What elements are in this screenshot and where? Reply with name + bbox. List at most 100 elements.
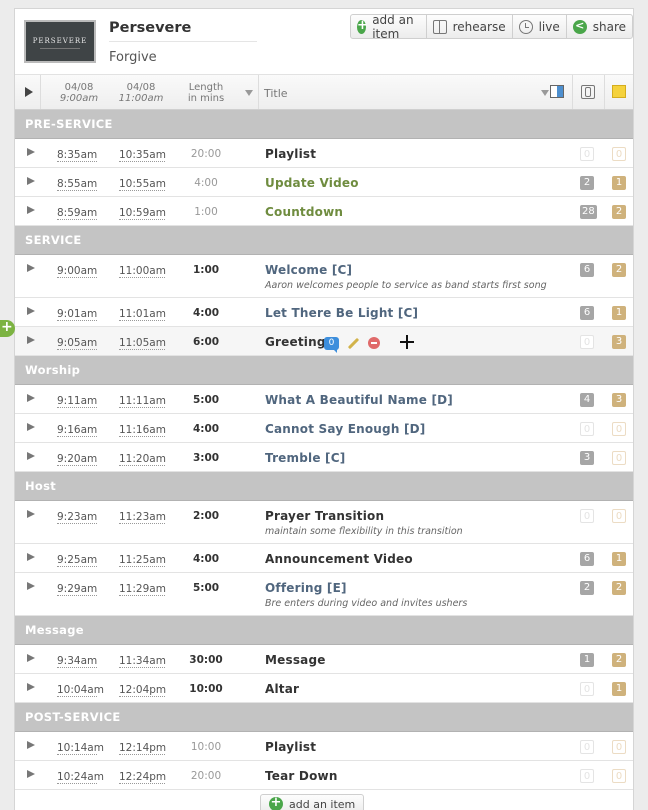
notes-count-badge[interactable]: 0	[612, 509, 626, 523]
play-icon[interactable]	[27, 553, 35, 561]
item-start-time-2[interactable]: 12:14pm	[119, 742, 166, 755]
item-title[interactable]: Tear Down	[265, 769, 338, 783]
notes-count-badge[interactable]: 1	[612, 306, 626, 320]
item-start-time-2[interactable]: 11:11am	[119, 395, 166, 408]
item-start-time-2[interactable]: 10:55am	[119, 178, 166, 191]
item-start-time-2[interactable]: 10:59am	[119, 207, 166, 220]
item-length[interactable]: 1:00	[181, 264, 231, 276]
item-start-time-2[interactable]: 12:24pm	[119, 771, 166, 784]
item-length[interactable]: 4:00	[181, 177, 231, 189]
live-button[interactable]: live	[513, 15, 567, 38]
attachments-count-badge[interactable]: 2	[580, 581, 594, 595]
play-icon[interactable]	[27, 264, 35, 272]
item-title[interactable]: What A Beautiful Name [D]	[265, 393, 453, 407]
attachments-count-badge[interactable]: 28	[580, 205, 597, 219]
time-column-2[interactable]: 04/08 11:00am	[115, 75, 167, 109]
item-title[interactable]: Tremble [C]	[265, 451, 345, 465]
paperclip-icon[interactable]	[581, 85, 595, 99]
play-icon[interactable]	[27, 683, 35, 691]
plan-item-row[interactable]: 10:24am 12:24pm 20:00 Tear Down 0 0	[15, 761, 633, 790]
item-start-time-1[interactable]: 9:25am	[57, 554, 97, 567]
attachments-count-badge[interactable]: 0	[580, 682, 594, 696]
add-item-bottom-button[interactable]: add an item	[260, 794, 365, 810]
notes-count-badge[interactable]: 0	[612, 422, 626, 436]
attachments-count-badge[interactable]: 6	[580, 552, 594, 566]
item-start-time-2[interactable]: 12:04pm	[119, 684, 166, 697]
item-length[interactable]: 10:00	[181, 683, 231, 695]
item-start-time-1[interactable]: 8:55am	[57, 178, 97, 191]
item-length[interactable]: 20:00	[181, 770, 231, 782]
item-length[interactable]: 5:00	[181, 582, 231, 594]
attachments-count-badge[interactable]: 0	[580, 335, 594, 349]
item-start-time-2[interactable]: 11:16am	[119, 424, 166, 437]
notes-count-badge[interactable]: 2	[612, 205, 626, 219]
play-icon[interactable]	[27, 206, 35, 214]
attachments-count-badge[interactable]: 6	[580, 263, 594, 277]
item-title[interactable]: Let There Be Light [C]	[265, 306, 418, 320]
item-length[interactable]: 4:00	[181, 423, 231, 435]
item-start-time-1[interactable]: 10:14am	[57, 742, 104, 755]
item-start-time-1[interactable]: 9:01am	[57, 308, 97, 321]
item-start-time-2[interactable]: 11:20am	[119, 453, 166, 466]
play-icon[interactable]	[27, 336, 35, 344]
item-title[interactable]: Greeting	[265, 335, 326, 349]
columns-icon[interactable]	[550, 85, 564, 98]
notes-count-badge[interactable]: 0	[612, 451, 626, 465]
pencil-icon[interactable]	[347, 337, 360, 349]
item-start-time-2[interactable]: 11:23am	[119, 511, 166, 524]
item-start-time-2[interactable]: 11:00am	[119, 265, 166, 278]
notes-count-badge[interactable]: 3	[612, 393, 626, 407]
item-title[interactable]: Update Video	[265, 176, 359, 190]
item-length[interactable]: 4:00	[181, 553, 231, 565]
play-icon[interactable]	[27, 177, 35, 185]
play-icon[interactable]	[27, 582, 35, 590]
notes-count-badge[interactable]: 0	[612, 740, 626, 754]
item-length[interactable]: 20:00	[181, 148, 231, 160]
item-title[interactable]: Welcome [C]	[265, 263, 352, 277]
notes-count-badge[interactable]: 1	[612, 552, 626, 566]
plan-item-row[interactable]: 9:00am 11:00am 1:00 Welcome [C] Aaron welcom…	[15, 255, 633, 298]
item-start-time-2[interactable]: 11:25am	[119, 554, 166, 567]
add-item-button[interactable]: add an item	[351, 13, 427, 41]
item-start-time-2[interactable]: 11:01am	[119, 308, 166, 321]
attachments-count-badge[interactable]: 3	[580, 451, 594, 465]
item-start-time-1[interactable]: 8:59am	[57, 207, 97, 220]
attachments-count-badge[interactable]: 0	[580, 422, 594, 436]
item-start-time-1[interactable]: 8:35am	[57, 149, 97, 162]
item-start-time-2[interactable]: 10:35am	[119, 149, 166, 162]
item-start-time-1[interactable]: 9:20am	[57, 453, 97, 466]
notes-count-badge[interactable]: 2	[612, 581, 626, 595]
item-start-time-1[interactable]: 9:23am	[57, 511, 97, 524]
remove-icon[interactable]	[368, 337, 380, 349]
attachments-count-badge[interactable]: 2	[580, 176, 594, 190]
insert-item-icon[interactable]	[0, 319, 15, 337]
play-icon[interactable]	[27, 452, 35, 460]
attachments-count-badge[interactable]: 4	[580, 393, 594, 407]
item-title[interactable]: Playlist	[265, 740, 316, 754]
plan-item-row[interactable]: 9:01am 11:01am 4:00 Let There Be Light [C] 6…	[15, 298, 633, 327]
item-start-time-1[interactable]: 10:24am	[57, 771, 104, 784]
attachments-count-badge[interactable]: 0	[580, 740, 594, 754]
notes-count-badge[interactable]: 1	[612, 176, 626, 190]
plan-item-row[interactable]: 10:04am 12:04pm 10:00 Altar 0 1	[15, 674, 633, 703]
play-icon[interactable]	[27, 423, 35, 431]
item-title[interactable]: Altar	[265, 682, 299, 696]
item-title[interactable]: Countdown	[265, 205, 343, 219]
chevron-down-icon[interactable]	[243, 75, 259, 109]
item-title[interactable]: Message	[265, 653, 326, 667]
item-length[interactable]: 3:00	[181, 452, 231, 464]
plan-thumbnail[interactable]: PERSEVERE	[24, 20, 96, 63]
item-length[interactable]: 1:00	[181, 206, 231, 218]
plan-item-row[interactable]: 9:11am 11:11am 5:00 What A Beautiful Name […	[15, 385, 633, 414]
item-length[interactable]: 10:00	[181, 741, 231, 753]
plan-item-row[interactable]: 9:20am 11:20am 3:00 Tremble [C] 3 0	[15, 443, 633, 472]
notes-count-badge[interactable]: 0	[612, 769, 626, 783]
item-start-time-1[interactable]: 9:29am	[57, 583, 97, 596]
play-icon[interactable]	[27, 148, 35, 156]
item-title[interactable]: Cannot Say Enough [D]	[265, 422, 426, 436]
notes-count-badge[interactable]: 0	[612, 147, 626, 161]
item-length[interactable]: 5:00	[181, 394, 231, 406]
plan-item-row[interactable]: 8:59am 10:59am 1:00 Countdown 28 2	[15, 197, 633, 226]
play-icon[interactable]	[27, 654, 35, 662]
share-button[interactable]: share	[567, 15, 632, 38]
